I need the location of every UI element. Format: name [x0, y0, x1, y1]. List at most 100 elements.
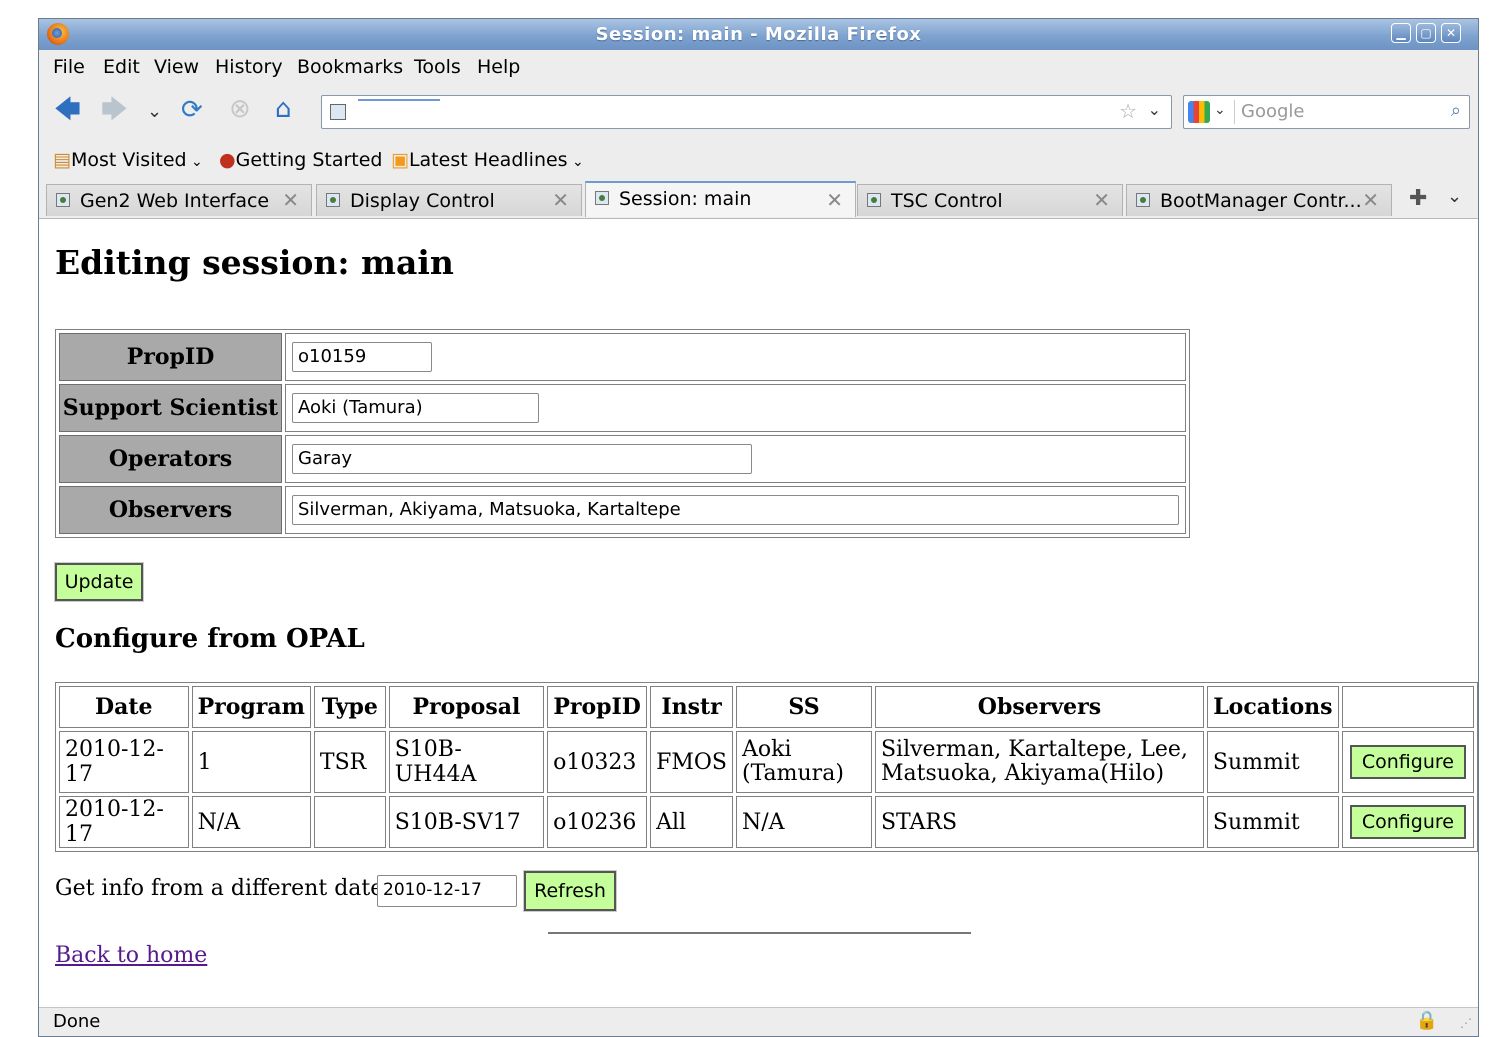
bookmark-label: Getting Started — [235, 149, 383, 171]
stop-icon[interactable]: ⊗ — [229, 96, 251, 122]
proposal-cell: S10B-UH44A — [388, 731, 545, 793]
menu-edit[interactable]: Edit — [103, 56, 140, 78]
page-icon — [595, 191, 609, 205]
support-scientist-cell: Aoki (Tamura) — [285, 384, 1186, 432]
title-bar: Session: main - Mozilla Firefox ▁ ▢ ✕ — [39, 19, 1478, 50]
close-tab-icon[interactable]: ✕ — [1093, 188, 1110, 212]
back-to-home-link[interactable]: Back to home — [55, 943, 207, 968]
bookmark-latest-headlines[interactable]: ▣Latest Headlines ⌄ — [391, 149, 584, 171]
minimize-button[interactable]: ▁ — [1391, 23, 1411, 43]
refresh-button[interactable]: Refresh — [523, 870, 617, 912]
reload-icon[interactable]: ⟳ — [181, 97, 203, 123]
firefox-bookmark-icon: ● — [219, 149, 236, 171]
update-button[interactable]: Update — [54, 562, 144, 602]
date-input[interactable]: 2010-12-17 — [377, 875, 517, 907]
table-row: 2010-12-17 1 TSR S10B-UH44A o10323 FMOS … — [59, 731, 1474, 793]
status-text: Done — [53, 1011, 101, 1032]
home-icon[interactable]: ⌂ — [275, 96, 292, 122]
proposal-cell: S10B-SV17 — [388, 796, 545, 848]
google-engine-icon[interactable] — [1188, 101, 1210, 123]
bookmark-getting-started[interactable]: ●Getting Started — [219, 149, 383, 171]
program-cell: 1 — [191, 731, 311, 793]
close-tab-icon[interactable]: ✕ — [826, 188, 843, 212]
column-header: Locations — [1206, 686, 1339, 728]
url-dropdown-icon[interactable]: ⌄ — [1148, 100, 1161, 119]
operators-input[interactable]: Garay — [292, 444, 752, 474]
tab-display-control[interactable]: Display Control ✕ — [316, 184, 582, 216]
observers-input[interactable]: Silverman, Akiyama, Matsuoka, Kartaltepe — [292, 495, 1179, 525]
observers-label: Observers — [59, 486, 282, 534]
close-button[interactable]: ✕ — [1441, 23, 1461, 43]
opal-section-title: Configure from OPAL — [55, 624, 365, 654]
menu-history[interactable]: History — [215, 56, 283, 78]
support-scientist-label: Support Scientist — [59, 384, 282, 432]
bookmark-most-visited[interactable]: ▤Most Visited ⌄ — [53, 149, 203, 171]
menu-bookmarks[interactable]: Bookmarks — [297, 56, 403, 78]
date-cell: 2010-12-17 — [59, 796, 189, 848]
resize-grip-icon[interactable]: ⋰ — [1460, 1016, 1472, 1030]
menu-help[interactable]: Help — [477, 56, 520, 78]
new-tab-icon[interactable]: ✚ — [1409, 186, 1427, 211]
history-dropdown-icon[interactable]: ⌄ — [147, 99, 162, 125]
column-header: PropID — [547, 686, 648, 728]
tab-label: TSC Control — [891, 190, 1003, 212]
opal-table: Date Program Type Proposal PropID Instr … — [55, 682, 1478, 852]
site-identity-icon[interactable] — [330, 104, 346, 120]
tab-session-main[interactable]: Session: main ✕ — [585, 181, 856, 217]
search-icon[interactable]: ⌕ — [1451, 100, 1461, 121]
observers-cell: Silverman, Akiyama, Matsuoka, Kartaltepe — [285, 486, 1186, 534]
instr-cell: FMOS — [650, 731, 733, 793]
action-cell: Configure — [1341, 731, 1474, 793]
bookmark-label: Most Visited — [70, 149, 187, 171]
support-scientist-input[interactable]: Aoki (Tamura) — [292, 393, 539, 423]
propid-cell: o10236 — [547, 796, 648, 848]
tab-label: BootManager Contr... — [1160, 190, 1362, 212]
tab-bootmanager-control[interactable]: BootManager Contr... ✕ — [1126, 184, 1392, 216]
page-icon — [1136, 193, 1150, 207]
engine-dropdown-icon[interactable]: ⌄ — [1214, 102, 1226, 118]
url-bar[interactable]: ☆ ⌄ — [321, 95, 1172, 129]
forward-icon[interactable]: 🡆 — [101, 97, 128, 123]
tab-label: Display Control — [350, 190, 495, 212]
close-tab-icon[interactable]: ✕ — [552, 188, 569, 212]
observers-cell: STARS — [874, 796, 1204, 848]
ss-cell: Aoki (Tamura) — [735, 731, 872, 793]
page-icon — [326, 193, 340, 207]
column-header: Program — [191, 686, 311, 728]
back-icon[interactable]: 🡄 — [54, 97, 81, 123]
column-header — [1341, 686, 1474, 728]
column-header: Date — [59, 686, 189, 728]
close-tab-icon[interactable]: ✕ — [282, 188, 299, 212]
column-header: Type — [313, 686, 386, 728]
lock-icon: 🔒 — [1415, 1010, 1438, 1031]
configure-button[interactable]: Configure — [1349, 745, 1466, 779]
tab-tsc-control[interactable]: TSC Control ✕ — [857, 184, 1123, 216]
tab-list-chevron-icon[interactable]: ⌄ — [1447, 186, 1462, 207]
action-cell: Configure — [1341, 796, 1474, 848]
status-bar: Done 🔒 ⋰ — [39, 1007, 1478, 1036]
propid-input[interactable]: o10159 — [292, 342, 432, 372]
column-header: Instr — [650, 686, 733, 728]
ss-cell: N/A — [735, 796, 872, 848]
close-tab-icon[interactable]: ✕ — [1362, 188, 1379, 212]
configure-button[interactable]: Configure — [1349, 805, 1466, 839]
search-placeholder: Google — [1241, 101, 1305, 122]
program-cell: N/A — [191, 796, 311, 848]
menu-view[interactable]: View — [154, 56, 199, 78]
maximize-button[interactable]: ▢ — [1416, 23, 1436, 43]
tab-gen2-web-interface[interactable]: Gen2 Web Interface ✕ — [46, 184, 312, 216]
horizontal-rule — [548, 932, 971, 934]
date-prompt: Get info from a different date — [55, 876, 384, 901]
observers-cell: Silverman, Kartaltepe, Lee, Matsuoka, Ak… — [874, 731, 1204, 793]
bookmark-star-icon[interactable]: ☆ — [1119, 99, 1137, 123]
menu-tools[interactable]: Tools — [414, 56, 461, 78]
url-progress-line — [358, 99, 440, 101]
type-cell — [313, 796, 386, 848]
page-icon — [867, 193, 881, 207]
search-bar[interactable]: ⌄ Google ⌕ — [1183, 95, 1470, 129]
column-header: Observers — [874, 686, 1204, 728]
menu-file[interactable]: File — [53, 56, 85, 78]
locations-cell: Summit — [1206, 796, 1339, 848]
operators-label: Operators — [59, 435, 282, 483]
tab-strip: Gen2 Web Interface ✕ Display Control ✕ S… — [39, 180, 1478, 219]
